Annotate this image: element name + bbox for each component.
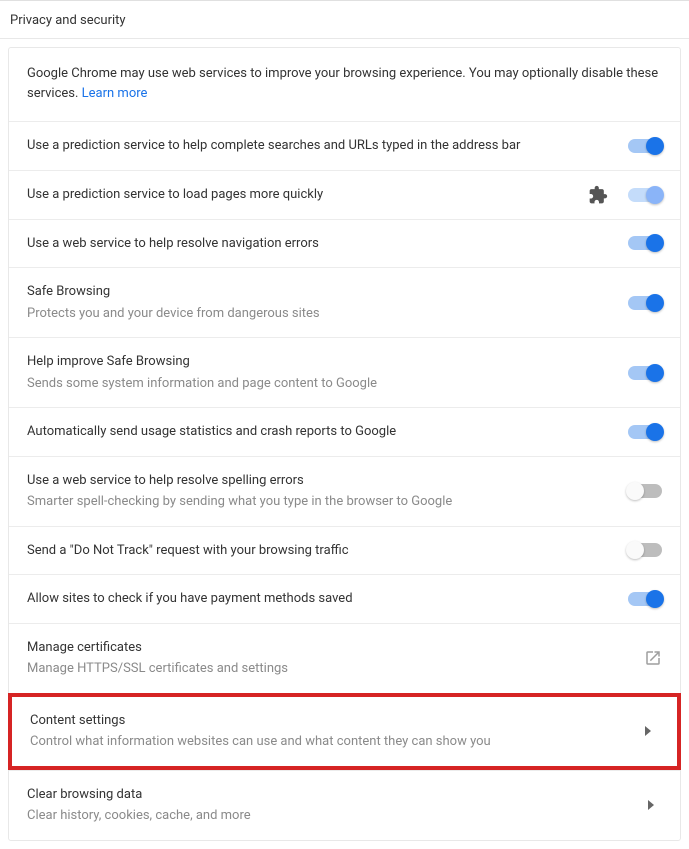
row-nav-errors: Use a web service to help resolve naviga… [9,219,680,268]
settings-card: Google Chrome may use web services to im… [8,47,681,841]
extension-icon [588,185,608,205]
row-safe-browsing: Safe Browsing Protects you and your devi… [9,267,680,337]
toggle-payment-methods[interactable] [628,592,662,606]
row-title: Send a "Do Not Track" request with your … [27,541,612,561]
toggle-do-not-track[interactable] [628,543,662,557]
row-usage-stats: Automatically send usage statistics and … [9,407,680,456]
chevron-right-icon [645,726,651,736]
row-title: Use a prediction service to help complet… [27,136,612,156]
row-improve-safe-browsing: Help improve Safe Browsing Sends some sy… [9,337,680,407]
toggle-improve-safe-browsing[interactable] [628,366,662,380]
row-title: Content settings [30,711,629,731]
intro-block: Google Chrome may use web services to im… [9,48,680,121]
row-content-settings[interactable]: Content settings Control what informatio… [12,697,677,766]
row-spelling: Use a web service to help resolve spelli… [9,456,680,526]
row-subtitle: Control what information websites can us… [30,732,629,752]
row-prediction-pages: Use a prediction service to load pages m… [9,170,680,219]
toggle-prediction-pages[interactable] [628,188,662,202]
row-title: Allow sites to check if you have payment… [27,589,612,609]
chevron-right-icon [648,800,654,810]
row-clear-browsing-data[interactable]: Clear browsing data Clear history, cooki… [9,770,680,840]
row-title: Automatically send usage statistics and … [27,422,612,442]
toggle-spelling[interactable] [628,484,662,498]
row-prediction-address: Use a prediction service to help complet… [9,121,680,170]
row-subtitle: Clear history, cookies, cache, and more [27,806,632,826]
row-title: Help improve Safe Browsing [27,352,612,372]
row-title: Use a web service to help resolve naviga… [27,234,612,254]
row-subtitle: Protects you and your device from danger… [27,304,612,324]
row-manage-certificates[interactable]: Manage certificates Manage HTTPS/SSL cer… [9,623,680,693]
row-subtitle: Sends some system information and page c… [27,374,612,394]
page-title: Privacy and security [10,13,679,28]
row-title: Safe Browsing [27,282,612,302]
row-title: Use a web service to help resolve spelli… [27,471,612,491]
row-title: Use a prediction service to load pages m… [27,185,572,205]
section-header: Privacy and security [0,0,689,39]
toggle-safe-browsing[interactable] [628,296,662,310]
highlight-content-settings: Content settings Control what informatio… [8,693,681,770]
row-subtitle: Smarter spell-checking by sending what y… [27,492,612,512]
learn-more-link[interactable]: Learn more [82,86,148,101]
row-title: Clear browsing data [27,785,632,805]
open-external-icon [644,649,662,667]
row-do-not-track: Send a "Do Not Track" request with your … [9,526,680,575]
row-payment-methods: Allow sites to check if you have payment… [9,574,680,623]
row-title: Manage certificates [27,638,628,658]
toggle-nav-errors[interactable] [628,236,662,250]
row-subtitle: Manage HTTPS/SSL certificates and settin… [27,659,628,679]
toggle-usage-stats[interactable] [628,425,662,439]
toggle-prediction-address[interactable] [628,139,662,153]
